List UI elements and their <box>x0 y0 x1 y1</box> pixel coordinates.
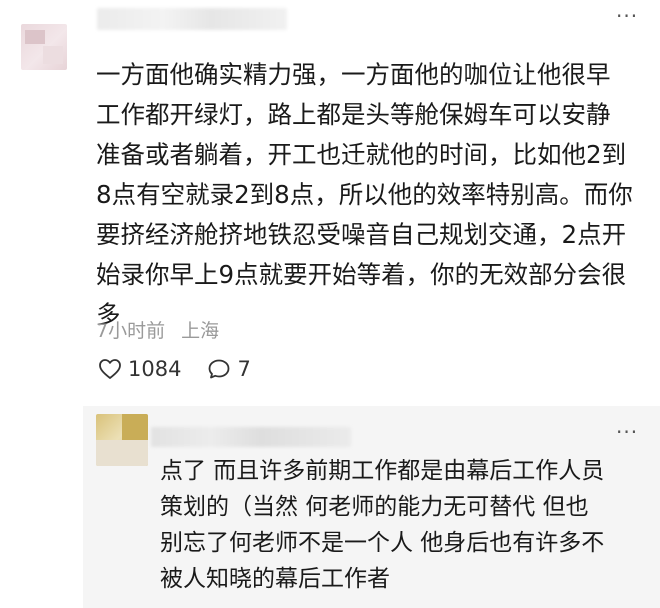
comment-time: 7小时前 <box>96 320 166 342</box>
comment-meta: 7小时前 上海 <box>96 316 229 343</box>
comment-actions: 1084 7 <box>98 357 277 381</box>
comment-line: 要挤经济舱挤地铁忍受噪音自己规划交通，2点开 <box>96 220 627 249</box>
more-horizontal-icon[interactable]: ··· <box>616 6 638 26</box>
reply-line: 被人知晓的幕后工作者 <box>160 566 390 592</box>
reply-line: 别忘了何老师不是一个人 他身后也有许多不 <box>160 530 605 556</box>
comment-bubble-icon <box>209 359 230 379</box>
reply-line: 点了 而且许多前期工作都是由幕后工作人员 <box>160 458 605 484</box>
comment-line: 8点有空就录2到8点，所以他的效率特别高。而你 <box>96 180 633 209</box>
comment-location: 上海 <box>181 320 220 342</box>
replier-avatar[interactable] <box>96 414 148 466</box>
comment-line: 始录你早上9点就要开始等着，你的无效部分会很 <box>96 260 627 289</box>
comment-text: 一方面他确实精力强，一方面他的咖位让他很早 工作都开绿灯，路上都是头等舱保姆车可… <box>96 55 656 335</box>
more-horizontal-icon[interactable]: ··· <box>616 422 638 442</box>
reply-text: 点了 而且许多前期工作都是由幕后工作人员 策划的（当然 何老师的能力无可替代 但… <box>160 453 655 597</box>
heart-icon <box>99 359 121 379</box>
commenter-name-blurred[interactable] <box>97 8 287 30</box>
like-count: 1084 <box>128 357 182 381</box>
replier-name-blurred[interactable] <box>151 427 351 447</box>
comment-line: 准备或者躺着，开工也迁就他的时间，比如他2到 <box>96 140 627 169</box>
reply-line: 策划的（当然 何老师的能力无可替代 但也 <box>160 494 589 520</box>
comment-line: 一方面他确实精力强，一方面他的咖位让他很早 <box>96 60 611 89</box>
reply-button[interactable]: 7 <box>207 357 251 381</box>
comment-line: 工作都开绿灯，路上都是头等舱保姆车可以安静 <box>96 100 611 129</box>
commenter-avatar[interactable] <box>21 24 67 70</box>
comment-thread: ··· 一方面他确实精力强，一方面他的咖位让他很早 工作都开绿灯，路上都是头等舱… <box>0 0 660 608</box>
like-button[interactable]: 1084 <box>98 357 181 381</box>
reply-count: 7 <box>237 357 251 381</box>
